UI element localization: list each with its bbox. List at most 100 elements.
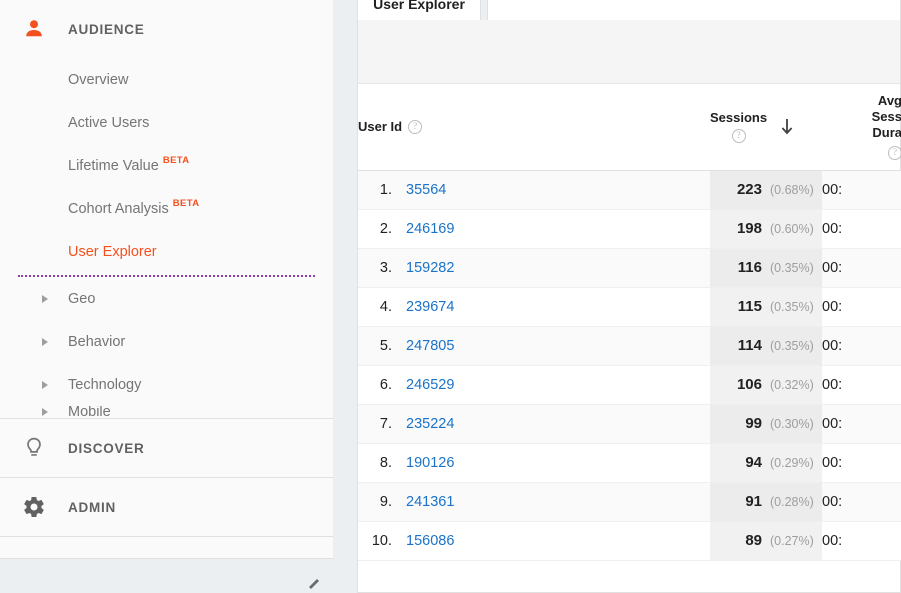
cell-sessions: 116 (0.35%) — [710, 248, 822, 288]
cell-avg-session-duration: 00: — [822, 326, 901, 366]
sessions-value: 115 — [737, 298, 762, 315]
user-id-link[interactable]: 239674 — [406, 299, 454, 315]
cell-avg-session-duration: 00: — [822, 482, 901, 522]
user-explorer-table: User Id ? Sessions ? Avg Sess Dura ? 1. … — [358, 84, 901, 561]
sidebar-item-label: Geo — [68, 290, 96, 307]
table-row[interactable]: 2. 246169 198 (0.60%) 00: — [358, 209, 901, 249]
sidebar-item-active-users[interactable]: Active Users — [0, 101, 333, 144]
cell-avg-session-duration: 00: — [822, 248, 901, 288]
row-rank: 1. — [379, 181, 392, 198]
sessions-value: 114 — [737, 337, 762, 354]
row-rank: 3. — [379, 259, 392, 276]
sidebar-item-label: Cohort Analysis — [68, 200, 169, 217]
table-row[interactable]: 1. 35564 223 (0.68%) 00: — [358, 170, 901, 210]
content-area: User Explorer User Id ? Sessions ? Avg S… — [333, 0, 901, 593]
gear-icon — [22, 495, 68, 519]
table-row[interactable]: 4. 239674 115 (0.35%) 00: — [358, 287, 901, 327]
sessions-value: 223 — [736, 181, 762, 198]
user-id-link[interactable]: 235224 — [406, 416, 454, 432]
cell-avg-session-duration: 00: — [822, 287, 901, 327]
user-id-link[interactable]: 246169 — [406, 221, 454, 237]
row-rank: 6. — [379, 376, 392, 393]
cell-user-id: 10. 156086 — [358, 521, 710, 561]
sidebar-section-audience[interactable]: AUDIENCE — [0, 0, 333, 58]
sessions-value: 89 — [745, 532, 762, 549]
table-row[interactable]: 10. 156086 89 (0.27%) 00: — [358, 521, 901, 561]
cell-user-id: 8. 190126 — [358, 443, 710, 483]
sidebar-item-label: Overview — [68, 71, 129, 88]
collapse-arrow-icon[interactable] — [307, 575, 321, 589]
cell-user-id: 2. 246169 — [358, 209, 710, 249]
user-id-link[interactable]: 246529 — [406, 377, 454, 393]
table-row[interactable]: 7. 235224 99 (0.30%) 00: — [358, 404, 901, 444]
tab-secondary[interactable] — [487, 0, 901, 20]
table-row[interactable]: 3. 159282 116 (0.35%) 00: — [358, 248, 901, 288]
tab-user-explorer[interactable]: User Explorer — [357, 0, 481, 20]
row-rank: 9. — [379, 493, 392, 510]
table-header-row: User Id ? Sessions ? Avg Sess Dura ? — [358, 84, 901, 171]
help-icon[interactable]: ? — [731, 129, 746, 144]
sidebar-item-user-explorer[interactable]: User Explorer — [0, 230, 333, 273]
report-panel: User Id ? Sessions ? Avg Sess Dura ? 1. … — [357, 20, 901, 593]
sessions-value: 106 — [736, 376, 762, 393]
user-id-link[interactable]: 241361 — [406, 494, 454, 510]
sidebar-section-label: ADMIN — [68, 499, 116, 515]
column-header-user-id[interactable]: User Id ? — [358, 84, 710, 171]
sessions-percent: (0.32%) — [770, 378, 814, 392]
user-id-link[interactable]: 159282 — [406, 260, 454, 276]
sidebar-item-label: Technology — [68, 376, 142, 393]
sidebar-selected-divider — [18, 275, 315, 277]
user-id-link[interactable]: 156086 — [406, 533, 454, 549]
user-id-link[interactable]: 247805 — [406, 338, 454, 354]
help-icon[interactable]: ? — [408, 119, 423, 134]
cell-user-id: 1. 35564 — [358, 170, 710, 210]
sidebar-item-mobile[interactable]: Mobile — [0, 406, 333, 418]
sidebar-item-label: User Explorer — [68, 243, 157, 260]
table-row[interactable]: 6. 246529 106 (0.32%) 00: — [358, 365, 901, 405]
sidebar-section-label: DISCOVER — [68, 440, 145, 456]
sessions-percent: (0.35%) — [770, 300, 814, 314]
cell-sessions: 91 (0.28%) — [710, 482, 822, 522]
sidebar-item-lifetime-value[interactable]: Lifetime Value BETA — [0, 144, 333, 187]
sidebar-item-geo[interactable]: Geo — [0, 277, 333, 320]
sidebar-divider — [0, 536, 333, 537]
cell-sessions: 89 (0.27%) — [710, 521, 822, 561]
cell-avg-session-duration: 00: — [822, 209, 901, 249]
table-row[interactable]: 5. 247805 114 (0.35%) 00: — [358, 326, 901, 366]
sessions-value: 94 — [745, 454, 762, 471]
sidebar-item-technology[interactable]: Technology — [0, 363, 333, 406]
column-label-line-1: Avg — [877, 93, 901, 109]
tab-strip: User Explorer — [357, 0, 901, 20]
sidebar-item-behavior[interactable]: Behavior — [0, 320, 333, 363]
user-id-link[interactable]: 35564 — [406, 182, 446, 198]
beta-badge: BETA — [162, 155, 190, 166]
sessions-percent: (0.27%) — [770, 534, 814, 548]
cell-sessions: 94 (0.29%) — [710, 443, 822, 483]
user-id-link[interactable]: 190126 — [406, 455, 454, 471]
column-label-line-2: Sess — [871, 109, 901, 125]
column-header-sessions[interactable]: Sessions ? — [710, 84, 822, 171]
row-rank: 10. — [371, 532, 392, 549]
row-rank: 7. — [379, 415, 392, 432]
sidebar-item-overview[interactable]: Overview — [0, 58, 333, 101]
sidebar-item-label: Mobile — [68, 406, 111, 418]
table-row[interactable]: 8. 190126 94 (0.29%) 00: — [358, 443, 901, 483]
beta-badge: BETA — [172, 198, 200, 209]
sidebar-item-cohort-analysis[interactable]: Cohort Analysis BETA — [0, 187, 333, 230]
sidebar-footer — [0, 558, 333, 593]
sidebar-section-admin[interactable]: ADMIN — [0, 478, 333, 536]
help-icon[interactable]: ? — [888, 146, 901, 161]
chevron-right-icon — [42, 408, 68, 416]
cell-avg-session-duration: 00: — [822, 170, 901, 210]
cell-user-id: 6. 246529 — [358, 365, 710, 405]
cell-user-id: 7. 235224 — [358, 404, 710, 444]
cell-avg-session-duration: 00: — [822, 404, 901, 444]
column-header-avg-session-duration[interactable]: Avg Sess Dura ? — [822, 84, 901, 171]
lightbulb-icon — [22, 436, 68, 460]
table-row[interactable]: 9. 241361 91 (0.28%) 00: — [358, 482, 901, 522]
sessions-percent: (0.68%) — [770, 183, 814, 197]
sidebar-section-discover[interactable]: DISCOVER — [0, 419, 333, 477]
cell-sessions: 223 (0.68%) — [710, 170, 822, 210]
chevron-right-icon — [42, 380, 68, 389]
sort-descending-icon[interactable] — [779, 117, 795, 140]
